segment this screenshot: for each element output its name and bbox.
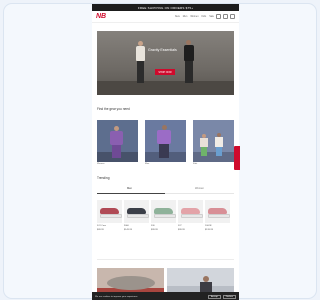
product-name: 327: [178, 225, 182, 227]
cookie-accept-button[interactable]: Accept: [208, 294, 221, 299]
nav-link-women[interactable]: Women: [190, 15, 198, 18]
hero-shop-button[interactable]: SHOP NOW: [155, 69, 175, 75]
brand-logo[interactable]: NB: [96, 13, 106, 20]
cookie-banner: We use cookies to improve your experienc…: [92, 292, 239, 300]
category-card-kids[interactable]: [193, 120, 234, 162]
nav-link-kids[interactable]: Kids: [202, 15, 207, 18]
category-label-men: Men: [145, 163, 150, 165]
product-price: $149.99: [124, 229, 132, 231]
category-card-men[interactable]: [145, 120, 186, 162]
cookie-text: We use cookies to improve your experienc…: [95, 295, 139, 298]
trending-title: Trending: [97, 176, 110, 180]
product-price: $99.99: [151, 229, 158, 231]
product-price: $89.99: [97, 229, 104, 231]
search-icon[interactable]: [216, 14, 221, 19]
tab-active-indicator: [97, 193, 165, 194]
product-card[interactable]: [151, 200, 176, 223]
product-card[interactable]: [205, 200, 230, 223]
trending-tabs: Men Women: [97, 187, 234, 195]
nav-links: New Men Women Kids Sale: [106, 15, 214, 18]
product-card[interactable]: [178, 200, 203, 223]
nav-link-new[interactable]: New: [175, 15, 180, 18]
categories-title: Find the gear you need: [97, 107, 130, 111]
tab-men[interactable]: Men: [127, 187, 132, 190]
section-divider: [97, 259, 234, 260]
tab-women[interactable]: Women: [195, 187, 204, 190]
category-label-kids: Kids: [193, 163, 198, 165]
nav-link-men[interactable]: Men: [183, 15, 188, 18]
cart-icon[interactable]: [230, 14, 235, 19]
hero-banner[interactable]: Gravity Essentials SHOP NOW: [97, 31, 234, 95]
product-price: $99.99: [178, 229, 185, 231]
account-icon[interactable]: [223, 14, 228, 19]
product-price: $139.99: [205, 229, 213, 231]
feedback-tab[interactable]: [234, 146, 240, 170]
nav-link-sale[interactable]: Sale: [209, 15, 214, 18]
promo-text: FREE SHIPPING ON ORDERS $75+: [137, 5, 194, 10]
website-preview: FREE SHIPPING ON ORDERS $75+ NB New Men …: [92, 4, 239, 300]
hero-title: Gravity Essentials: [148, 48, 177, 52]
hero-floor: [97, 81, 234, 95]
product-name: 574 Core: [97, 225, 106, 227]
cookie-decline-button[interactable]: Decline: [222, 294, 236, 299]
category-card-women[interactable]: [97, 120, 138, 162]
category-label-women: Women: [97, 163, 105, 165]
product-card[interactable]: [97, 200, 122, 223]
product-name: 9060: [124, 225, 129, 227]
product-card[interactable]: [124, 200, 149, 223]
product-name: 530: [151, 225, 155, 227]
product-name: 2002R: [205, 225, 212, 227]
promo-bar[interactable]: FREE SHIPPING ON ORDERS $75+: [92, 4, 239, 11]
top-navigation: NB New Men Women Kids Sale: [92, 11, 239, 23]
